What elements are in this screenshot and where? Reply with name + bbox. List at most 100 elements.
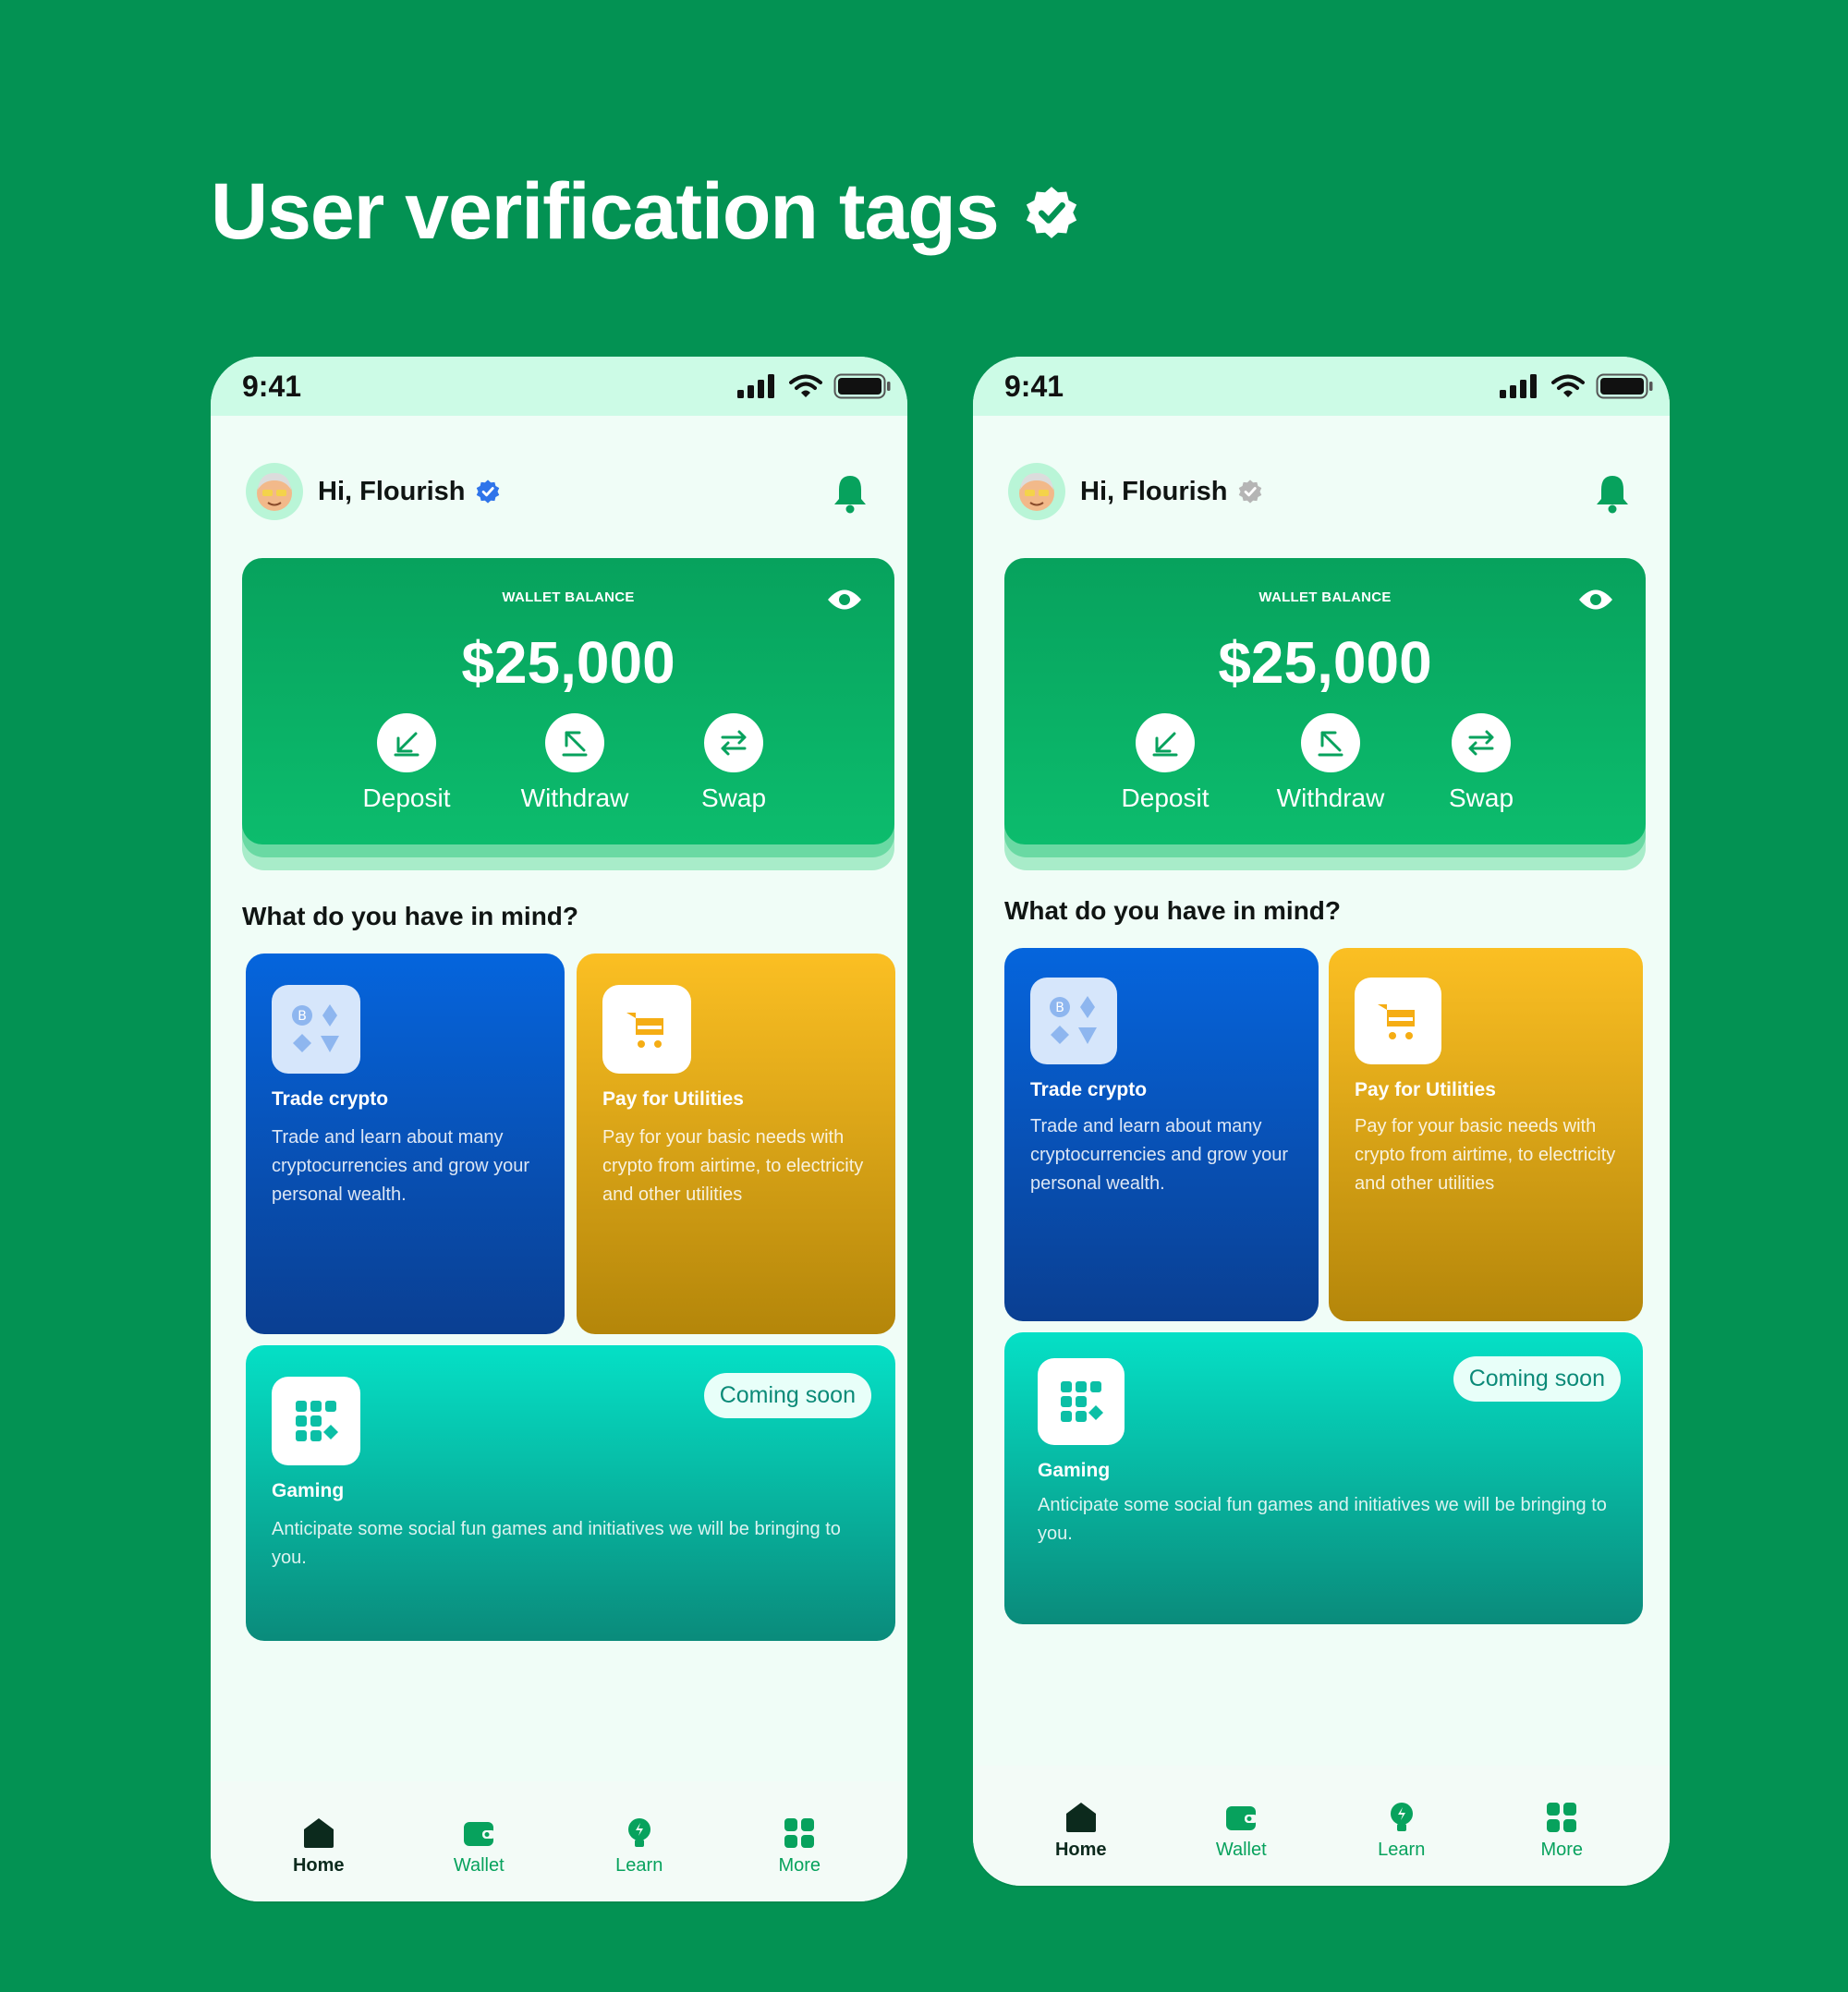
- avatar[interactable]: [1008, 463, 1065, 520]
- bottom-nav: Home Wallet Learn More: [973, 1766, 1670, 1886]
- page-title: User verification tags: [211, 166, 1080, 258]
- trade-crypto-desc: Trade and learn about many cryptocurrenc…: [272, 1127, 530, 1205]
- nav-more[interactable]: More: [1506, 1799, 1617, 1861]
- withdraw-button[interactable]: Withdraw: [501, 713, 649, 813]
- grid-icon: [1547, 1803, 1577, 1832]
- verified-badge-icon: [1026, 186, 1076, 238]
- nav-more[interactable]: More: [744, 1815, 855, 1877]
- page-title-text: User verification tags: [211, 167, 1000, 256]
- withdraw-label: Withdraw: [520, 783, 629, 812]
- nav-home[interactable]: Home: [1026, 1799, 1137, 1861]
- avatar[interactable]: [246, 463, 303, 520]
- deposit-arrow-icon: [394, 732, 419, 757]
- gaming-desc: Anticipate some social fun games and ini…: [272, 1519, 841, 1568]
- eye-icon[interactable]: [1577, 586, 1614, 613]
- nav-more-label: More: [778, 1855, 821, 1876]
- wallet-label: WALLET BALANCE: [502, 589, 635, 605]
- wifi-icon: [789, 374, 822, 397]
- nav-learn[interactable]: Learn: [1346, 1799, 1457, 1861]
- swap-label: Swap: [1448, 783, 1514, 812]
- status-time: 9:41: [242, 369, 302, 403]
- pay-utilities-title: Pay for Utilities: [602, 1088, 744, 1110]
- withdraw-arrow-icon: [1318, 731, 1343, 757]
- wallet-label: WALLET BALANCE: [1258, 589, 1392, 605]
- bottom-nav: Home Wallet Learn More: [211, 1781, 907, 1901]
- wallet-amount: $25,000: [1218, 629, 1432, 696]
- battery-icon: [833, 373, 891, 399]
- pay-utilities-title: Pay for Utilities: [1355, 1079, 1496, 1100]
- withdraw-arrow-icon: [562, 731, 588, 757]
- nav-wallet-label: Wallet: [453, 1855, 505, 1876]
- wallet-icon: [1226, 1806, 1258, 1830]
- trade-crypto-title: Trade crypto: [1030, 1079, 1148, 1100]
- swap-button[interactable]: Swap: [660, 713, 808, 813]
- svg-text:B: B: [1055, 1001, 1064, 1015]
- status-time: 9:41: [1004, 369, 1064, 403]
- avatar-face-icon: [257, 473, 292, 511]
- wallet-card: WALLET BALANCE $25,000 Deposit Withdraw …: [242, 558, 894, 844]
- deposit-button[interactable]: Deposit: [1091, 713, 1239, 813]
- verified-badge-icon: [476, 480, 499, 504]
- nav-more-label: More: [1540, 1840, 1584, 1860]
- pay-utilities-tile[interactable]: Pay for Utilities Pay for your basic nee…: [1329, 948, 1643, 1321]
- section-title: What do you have in mind?: [1004, 896, 1341, 925]
- greeting-row: Hi, Flourish: [246, 462, 874, 521]
- pay-utilities-desc: Pay for your basic needs with crypto fro…: [1355, 1116, 1616, 1194]
- withdraw-label: Withdraw: [1276, 783, 1385, 812]
- nav-wallet-label: Wallet: [1215, 1840, 1267, 1860]
- coming-soon-badge: Coming soon: [703, 1373, 871, 1418]
- bell-icon[interactable]: [832, 473, 869, 514]
- gaming-tile[interactable]: Coming soon Gaming Anticipate some socia…: [246, 1345, 895, 1641]
- phone-verified: 9:41 Hi, Flourish WALLET BALANCE $25,000…: [211, 357, 907, 1901]
- section-title: What do you have in mind?: [242, 902, 578, 930]
- gaming-grid-icon: [272, 1377, 360, 1465]
- wallet-icon: [464, 1822, 496, 1846]
- avatar-face-icon: [1019, 473, 1054, 511]
- learn-icon: [1390, 1803, 1413, 1831]
- trade-crypto-tile[interactable]: B Trade crypto Trade and learn about man…: [1004, 948, 1319, 1321]
- nav-learn[interactable]: Learn: [584, 1815, 695, 1877]
- battery-icon: [1596, 373, 1653, 399]
- svg-text:B: B: [298, 1009, 307, 1024]
- deposit-arrow-icon: [1152, 732, 1178, 757]
- swap-icon: [1468, 730, 1494, 756]
- deposit-button[interactable]: Deposit: [333, 713, 480, 813]
- home-icon: [1065, 1803, 1096, 1832]
- greeting-text: Hi, Flourish: [1080, 476, 1228, 506]
- greeting-text: Hi, Flourish: [318, 476, 466, 506]
- gaming-title: Gaming: [272, 1480, 345, 1501]
- coming-soon-badge: Coming soon: [1453, 1356, 1621, 1402]
- bell-icon[interactable]: [1594, 473, 1631, 514]
- learn-icon: [627, 1818, 650, 1847]
- swap-icon: [721, 730, 747, 756]
- signal-icon: [737, 374, 774, 398]
- signal-icon: [1500, 374, 1537, 398]
- withdraw-button[interactable]: Withdraw: [1257, 713, 1404, 813]
- swap-button[interactable]: Swap: [1407, 713, 1555, 813]
- nav-home-label: Home: [1054, 1840, 1107, 1860]
- trade-crypto-tile[interactable]: B Trade crypto Trade and learn about man…: [246, 953, 565, 1334]
- swap-label: Swap: [700, 783, 767, 812]
- gaming-tile[interactable]: Coming soon Gaming Anticipate some socia…: [1004, 1332, 1643, 1624]
- nav-wallet[interactable]: Wallet: [1185, 1799, 1296, 1861]
- eye-icon[interactable]: [826, 586, 863, 613]
- trade-crypto-desc: Trade and learn about many cryptocurrenc…: [1030, 1116, 1289, 1194]
- crypto-coins-icon: B: [1030, 978, 1117, 1064]
- cart-icon: [602, 985, 691, 1074]
- status-bar: 9:41: [973, 357, 1670, 416]
- home-icon: [303, 1818, 334, 1848]
- deposit-label: Deposit: [1121, 783, 1210, 812]
- pay-utilities-tile[interactable]: Pay for Utilities Pay for your basic nee…: [577, 953, 895, 1334]
- gaming-title: Gaming: [1038, 1460, 1111, 1481]
- deposit-label: Deposit: [362, 783, 451, 812]
- greeting-row: Hi, Flourish: [1008, 462, 1636, 521]
- wallet-amount: $25,000: [461, 629, 675, 696]
- crypto-coins-icon: B: [272, 985, 360, 1074]
- gaming-grid-icon: [1038, 1358, 1125, 1445]
- trade-crypto-title: Trade crypto: [272, 1088, 389, 1110]
- nav-home[interactable]: Home: [263, 1815, 374, 1877]
- status-bar: 9:41: [211, 357, 907, 416]
- nav-learn-label: Learn: [1378, 1840, 1426, 1860]
- nav-home-label: Home: [292, 1855, 345, 1876]
- nav-wallet[interactable]: Wallet: [423, 1815, 534, 1877]
